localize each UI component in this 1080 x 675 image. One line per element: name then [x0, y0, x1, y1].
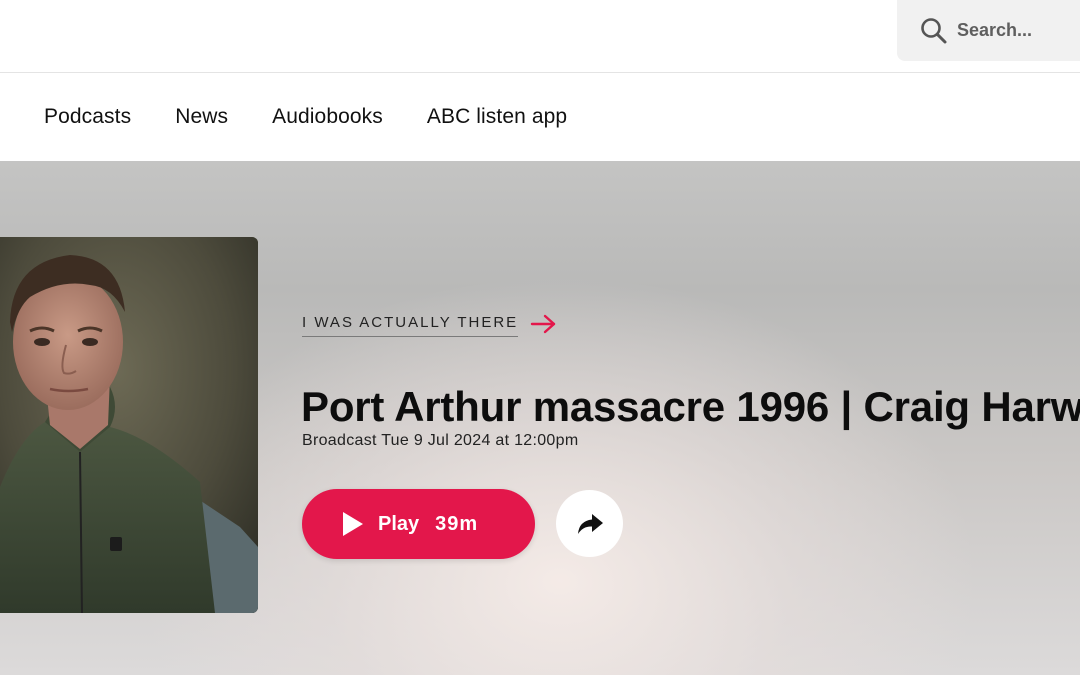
nav-item-abc-listen-app[interactable]: ABC listen app — [427, 105, 567, 129]
program-link[interactable]: I WAS ACTUALLY THERE — [302, 314, 558, 337]
search-input[interactable] — [957, 20, 1077, 41]
episode-duration: 39m — [435, 512, 479, 535]
arrow-right-icon — [530, 313, 558, 335]
episode-artwork — [0, 237, 258, 613]
top-bar — [0, 0, 1080, 73]
search-box[interactable] — [897, 0, 1080, 61]
play-icon — [342, 511, 364, 537]
program-name: I WAS ACTUALLY THERE — [302, 314, 519, 337]
episode-hero: I WAS ACTUALLY THERE Port Arthur massacr… — [0, 161, 1080, 675]
nav-item-news[interactable]: News — [175, 105, 228, 129]
share-icon — [576, 512, 604, 536]
nav-item-podcasts[interactable]: Podcasts — [44, 105, 131, 129]
play-button[interactable]: Play 39m — [302, 489, 535, 559]
search-icon[interactable] — [919, 16, 949, 46]
broadcast-info: Broadcast Tue 9 Jul 2024 at 12:00pm — [302, 432, 579, 449]
episode-title: Port Arthur massacre 1996 | Craig Harw — [301, 383, 1080, 431]
nav-items: Podcasts News Audiobooks ABC listen app — [44, 73, 611, 161]
main-nav: Podcasts News Audiobooks ABC listen app — [0, 73, 1080, 161]
nav-item-audiobooks[interactable]: Audiobooks — [272, 105, 383, 129]
play-label: Play — [378, 512, 420, 535]
share-button[interactable] — [556, 490, 623, 557]
